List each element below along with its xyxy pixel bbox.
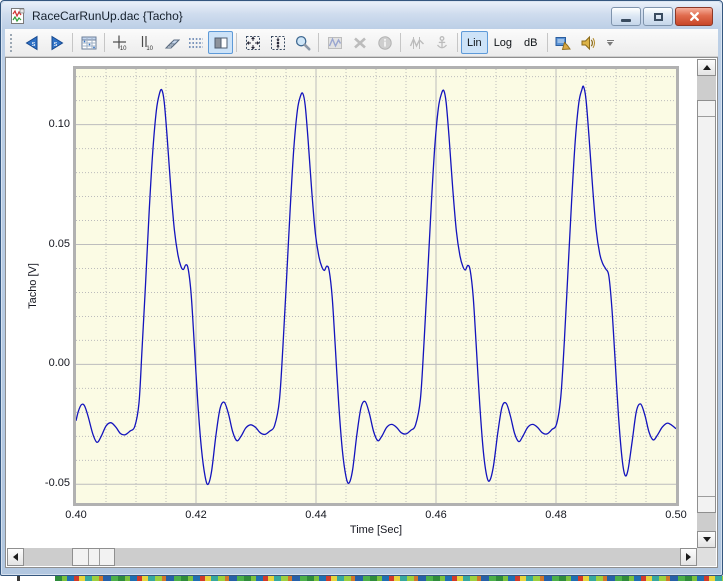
x-tick-label: 0.42: [185, 509, 206, 521]
horizontal-scrollbar[interactable]: [7, 548, 697, 566]
next-event-icon: s: [48, 34, 66, 52]
scrollbar-corner: [697, 548, 716, 566]
x-axis-title: Time [Sec]: [76, 524, 676, 536]
toolbar-separator: [457, 33, 458, 52]
toolbar-separator: [72, 33, 73, 52]
x-scale-button[interactable]: 10: [108, 31, 133, 54]
magnifier-button[interactable]: [290, 31, 315, 54]
log-scale-button[interactable]: Log: [488, 31, 518, 54]
speaker-button[interactable]: [576, 31, 601, 54]
background-colormap-strip: [55, 576, 723, 581]
scroll-right-button[interactable]: [680, 548, 697, 566]
wave-markers-icon: [408, 34, 426, 52]
screen: RaceCarRunUp.dac {Tacho} s: [0, 0, 723, 581]
delete-x-icon: [351, 34, 369, 52]
app-icon: [10, 8, 26, 24]
prev-event-button[interactable]: s: [19, 31, 44, 54]
stacked-layers-icon: [162, 34, 180, 52]
curve-edit-button[interactable]: [322, 31, 347, 54]
data-grid-button[interactable]: [76, 31, 101, 54]
y-axis-title: Tacho [V]: [27, 263, 39, 309]
arrow-up-icon: [703, 65, 711, 70]
background-toggle-icon: [212, 34, 230, 52]
window-title: RaceCarRunUp.dac {Tacho}: [32, 9, 183, 23]
toolbar-overflow[interactable]: [607, 40, 614, 46]
toolbar-separator: [236, 33, 237, 52]
x-tick-label: 0.40: [65, 509, 86, 521]
y-tick-label: 0.00: [22, 357, 70, 369]
anchor-icon: [433, 34, 451, 52]
lin-scale-button[interactable]: Lin: [461, 31, 488, 54]
x-tick-label: 0.50: [665, 509, 686, 521]
dotted-grid-icon: [187, 34, 205, 52]
waveform-chart[interactable]: [76, 69, 676, 503]
zoom-fit-icon: [244, 34, 262, 52]
toolbar-separator: [318, 33, 319, 52]
toolbar-separator: [547, 33, 548, 52]
toolbar-separator: [104, 33, 105, 52]
transfer-button[interactable]: [551, 31, 576, 54]
zoom-selection-button[interactable]: [265, 31, 290, 54]
y-tick-label: 0.10: [22, 118, 70, 130]
scroll-down-button[interactable]: [697, 531, 716, 548]
restore-button[interactable]: [643, 7, 673, 26]
scroll-up-button[interactable]: [697, 59, 716, 76]
magnifier-icon: [294, 34, 312, 52]
arrow-right-icon: [686, 553, 691, 561]
info-button[interactable]: [372, 31, 397, 54]
transfer-icon: [554, 34, 572, 52]
speaker-icon: [579, 34, 597, 52]
overflow-chevron-icon: [607, 42, 613, 46]
scroll-left-button[interactable]: [7, 548, 24, 566]
arrow-left-icon: [13, 553, 18, 561]
info-icon: [376, 34, 394, 52]
background-toggle-button[interactable]: [208, 31, 233, 54]
delete-button[interactable]: [347, 31, 372, 54]
x-tick-label: 0.48: [545, 509, 566, 521]
db-scale-button[interactable]: dB: [518, 31, 543, 54]
data-grid-icon: [80, 34, 98, 52]
y-tick-label: -0.05: [22, 477, 70, 489]
restore-icon: [654, 13, 663, 21]
plot-area[interactable]: [73, 66, 679, 506]
svg-text:10: 10: [119, 46, 126, 52]
zoom-selection-icon: [269, 34, 287, 52]
prev-event-icon: s: [23, 34, 41, 52]
anchor-button[interactable]: [429, 31, 454, 54]
close-icon: [689, 11, 700, 22]
svg-text:s: s: [53, 39, 57, 48]
y-tick-label: 0.05: [22, 238, 70, 250]
background-window-mark: [17, 576, 20, 581]
svg-text:s: s: [31, 39, 35, 48]
minimize-button[interactable]: [611, 7, 641, 26]
dotted-grid-button[interactable]: [183, 31, 208, 54]
y-scale-button[interactable]: 10: [133, 31, 158, 54]
svg-text:10: 10: [146, 46, 153, 52]
minimize-icon: [621, 19, 631, 22]
x-scale-10-icon: 10: [112, 34, 130, 52]
background-window-strip: [0, 576, 723, 581]
x-tick-label: 0.46: [425, 509, 446, 521]
arrow-down-icon: [703, 537, 711, 542]
toolbar-separator: [400, 33, 401, 52]
close-button[interactable]: [675, 7, 713, 26]
curve-edit-icon: [326, 34, 344, 52]
vertical-scrollbar[interactable]: [697, 59, 716, 548]
next-event-button[interactable]: s: [44, 31, 69, 54]
plot-client-area: 0.40 0.42 0.44 0.46 0.48 0.50 0.10 0.05 0.00 -0.0…: [5, 57, 718, 568]
x-tick-label: 0.44: [305, 509, 326, 521]
vertical-scroll-thumb[interactable]: [697, 100, 716, 513]
horizontal-scroll-thumb[interactable]: [72, 548, 115, 566]
titlebar[interactable]: RaceCarRunUp.dac {Tacho}: [2, 2, 721, 29]
y-scale-10-icon: 10: [137, 34, 155, 52]
zoom-fit-button[interactable]: [240, 31, 265, 54]
curve-window: RaceCarRunUp.dac {Tacho} s: [0, 0, 723, 576]
toolbar-grip[interactable]: [10, 34, 14, 52]
overflow-bar-icon: [607, 40, 614, 41]
toolbar: s s: [5, 29, 718, 57]
wave-markers-button[interactable]: [404, 31, 429, 54]
stacked-layers-button[interactable]: [158, 31, 183, 54]
